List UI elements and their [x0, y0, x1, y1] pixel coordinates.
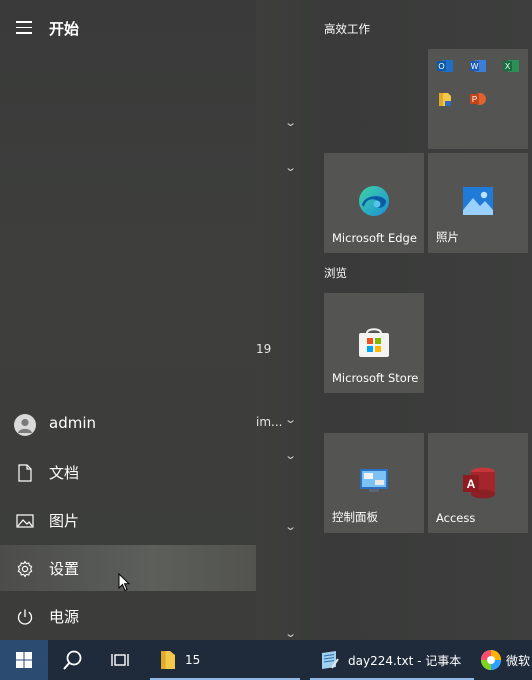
photos-tile[interactable]: 照片 [428, 153, 528, 253]
photos-icon [462, 186, 494, 220]
svg-text:O: O [438, 62, 444, 71]
task-view-button[interactable] [98, 640, 142, 680]
svg-text:W: W [471, 62, 479, 71]
notepad-icon [322, 651, 339, 669]
taskbar-file-explorer[interactable]: 15 [150, 640, 300, 680]
taskbar: 15 day224.txt - 记事本 微软 [0, 640, 532, 680]
control-panel-tile[interactable]: 控制面板 [324, 433, 424, 533]
nav-pictures-label: 图片 [49, 512, 80, 530]
chevron-down-icon[interactable]: ⌄ [284, 520, 297, 533]
notepad-window-title: day224.txt - 记事本 [348, 653, 462, 668]
search-icon [63, 650, 82, 670]
start-header: 开始 [0, 0, 256, 56]
nav-documents-label: 文档 [49, 464, 80, 482]
svg-text:A: A [467, 477, 476, 491]
access-label: Access [436, 511, 476, 525]
nav-power[interactable]: 电源 [0, 593, 256, 639]
microsoft-edge-label: Microsoft Edge [332, 231, 417, 245]
nav-settings[interactable]: 设置 [0, 545, 256, 592]
nav-power-label: 电源 [49, 608, 80, 626]
document-icon [14, 462, 36, 484]
folder-window-count: 15 [185, 653, 201, 667]
nav-pictures[interactable]: 图片 [0, 497, 256, 543]
wechat-label: 微软 [506, 653, 531, 668]
tile-group-browse-label[interactable]: 浏览 [324, 265, 347, 281]
store-icon [357, 325, 391, 363]
word-icon: W [469, 57, 487, 75]
app-icon [481, 650, 501, 670]
powerpoint-icon: P [469, 90, 487, 108]
mouse-cursor-icon [118, 573, 130, 592]
svg-text:P: P [472, 95, 477, 104]
microsoft-edge-tile[interactable]: Microsoft Edge [324, 153, 424, 253]
user-avatar-icon [14, 414, 36, 436]
nav-documents[interactable]: 文档 [0, 449, 256, 495]
start-nav-pane: 开始 admin 文档 图片 设置 电源 [0, 0, 256, 640]
taskbar-wechat[interactable]: 微软 [476, 640, 532, 680]
start-button[interactable] [0, 640, 48, 680]
app-list-partial-text[interactable]: im... [256, 415, 282, 429]
task-view-icon [111, 654, 129, 666]
outlook-icon: O [436, 57, 454, 75]
microsoft-store-label: Microsoft Store [332, 371, 419, 385]
search-button[interactable] [50, 640, 96, 680]
app-list-partial-text[interactable]: 19 [256, 342, 271, 356]
control-panel-label: 控制面板 [332, 510, 378, 524]
edge-icon [356, 183, 392, 223]
picture-icon [14, 510, 36, 532]
folder-icon [161, 651, 175, 669]
access-icon: A [461, 466, 497, 504]
photos-label: 照片 [436, 230, 459, 244]
power-icon [14, 606, 36, 628]
control-panel-icon [359, 468, 389, 498]
taskbar-notepad[interactable]: day224.txt - 记事本 [310, 640, 474, 680]
chevron-down-icon[interactable]: ⌄ [284, 161, 297, 174]
nav-settings-label: 设置 [49, 560, 80, 578]
chevron-down-icon[interactable]: ⌄ [284, 413, 297, 426]
microsoft-store-tile[interactable]: Microsoft Store [324, 293, 424, 393]
hamburger-menu-icon[interactable] [16, 21, 32, 35]
office-folder-tile[interactable]: O W X P [428, 49, 528, 149]
excel-icon: X [502, 57, 520, 75]
chevron-down-icon[interactable]: ⌄ [284, 449, 297, 462]
start-title: 开始 [49, 20, 80, 38]
access-tile[interactable]: A Access [428, 433, 528, 533]
chevron-down-icon[interactable]: ⌄ [284, 116, 297, 129]
file-explorer-icon [436, 90, 454, 108]
tile-group-productivity-label[interactable]: 高效工作 [324, 21, 370, 37]
chevron-down-icon[interactable]: ⌄ [284, 627, 297, 640]
nav-user-label: admin [49, 414, 96, 432]
windows-logo-icon [16, 652, 32, 668]
nav-user-account[interactable]: admin [0, 401, 256, 447]
svg-text:X: X [505, 62, 511, 71]
gear-icon [14, 558, 36, 580]
